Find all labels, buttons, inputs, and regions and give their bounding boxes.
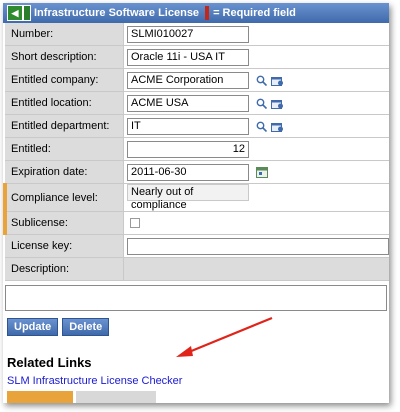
expiration-date-field[interactable]: 2011-06-30: [127, 163, 249, 181]
short-description-field[interactable]: Oracle 11i - USA IT: [127, 48, 249, 66]
license-key-field[interactable]: [127, 237, 389, 255]
delete-button[interactable]: Delete: [62, 318, 110, 336]
entitled-department-field[interactable]: IT: [127, 117, 249, 135]
form-window: ◀ Infrastructure Software License = Requ…: [3, 3, 389, 403]
related-list-tab-2[interactable]: [76, 391, 156, 403]
row-license-key: License key:: [5, 234, 389, 258]
row-description: Description:: [5, 257, 389, 281]
entitled-department-label: Entitled department:: [5, 114, 124, 138]
reference-icon[interactable]: [271, 98, 284, 109]
license-form: Number: SLMI010027 Short description: Or…: [3, 23, 389, 281]
related-list-tab[interactable]: [7, 391, 73, 403]
row-entitled: Entitled: 12: [5, 137, 389, 161]
back-icon[interactable]: ◀: [7, 5, 23, 21]
description-label: Description:: [5, 257, 124, 281]
number-label: Number:: [5, 23, 124, 46]
row-entitled-location: Entitled location: ACME USA: [5, 91, 389, 115]
reference-icon[interactable]: [271, 121, 284, 132]
required-hint: = Required field: [213, 7, 296, 19]
update-button[interactable]: Update: [7, 318, 59, 336]
entitled-company-field[interactable]: ACME Corporation: [127, 71, 249, 89]
related-links-heading: Related Links: [7, 355, 92, 370]
entitled-location-field[interactable]: ACME USA: [127, 94, 249, 112]
sublicense-label: Sublicense:: [3, 211, 124, 235]
license-key-label: License key:: [5, 234, 124, 258]
form-buttons: Update Delete: [3, 318, 389, 336]
compliance-level-value: Nearly out of compliance: [127, 184, 249, 211]
reference-icon[interactable]: [271, 75, 284, 86]
expiration-date-label: Expiration date:: [5, 160, 124, 184]
row-entitled-company: Entitled company: ACME Corporation: [5, 68, 389, 92]
search-icon[interactable]: [256, 75, 268, 86]
entitled-company-label: Entitled company:: [5, 68, 124, 92]
sublicense-checkbox[interactable]: [130, 218, 140, 229]
menu-icon[interactable]: [23, 5, 31, 21]
compliance-level-label: Compliance level:: [3, 183, 124, 212]
row-number: Number: SLMI010027: [5, 23, 389, 46]
row-entitled-department: Entitled department: IT: [5, 114, 389, 138]
license-checker-link[interactable]: SLM Infrastructure License Checker: [3, 375, 389, 387]
calendar-icon[interactable]: [256, 166, 269, 178]
row-short-description: Short description: Oracle 11i - USA IT: [5, 45, 389, 69]
number-field[interactable]: SLMI010027: [127, 25, 249, 43]
row-compliance-level: Compliance level: Nearly out of complian…: [3, 183, 389, 212]
entitled-label: Entitled:: [5, 137, 124, 161]
description-field[interactable]: [5, 285, 387, 311]
entitled-location-label: Entitled location:: [5, 91, 124, 115]
short-description-label: Short description:: [5, 45, 124, 69]
search-icon[interactable]: [256, 121, 268, 132]
row-expiration-date: Expiration date: 2011-06-30: [5, 160, 389, 184]
form-title: Infrastructure Software License: [34, 7, 200, 19]
entitled-field[interactable]: 12: [127, 140, 249, 158]
row-sublicense: Sublicense:: [3, 211, 389, 235]
search-icon[interactable]: [256, 98, 268, 109]
required-indicator: [205, 6, 210, 20]
form-header: ◀ Infrastructure Software License = Requ…: [3, 3, 389, 23]
